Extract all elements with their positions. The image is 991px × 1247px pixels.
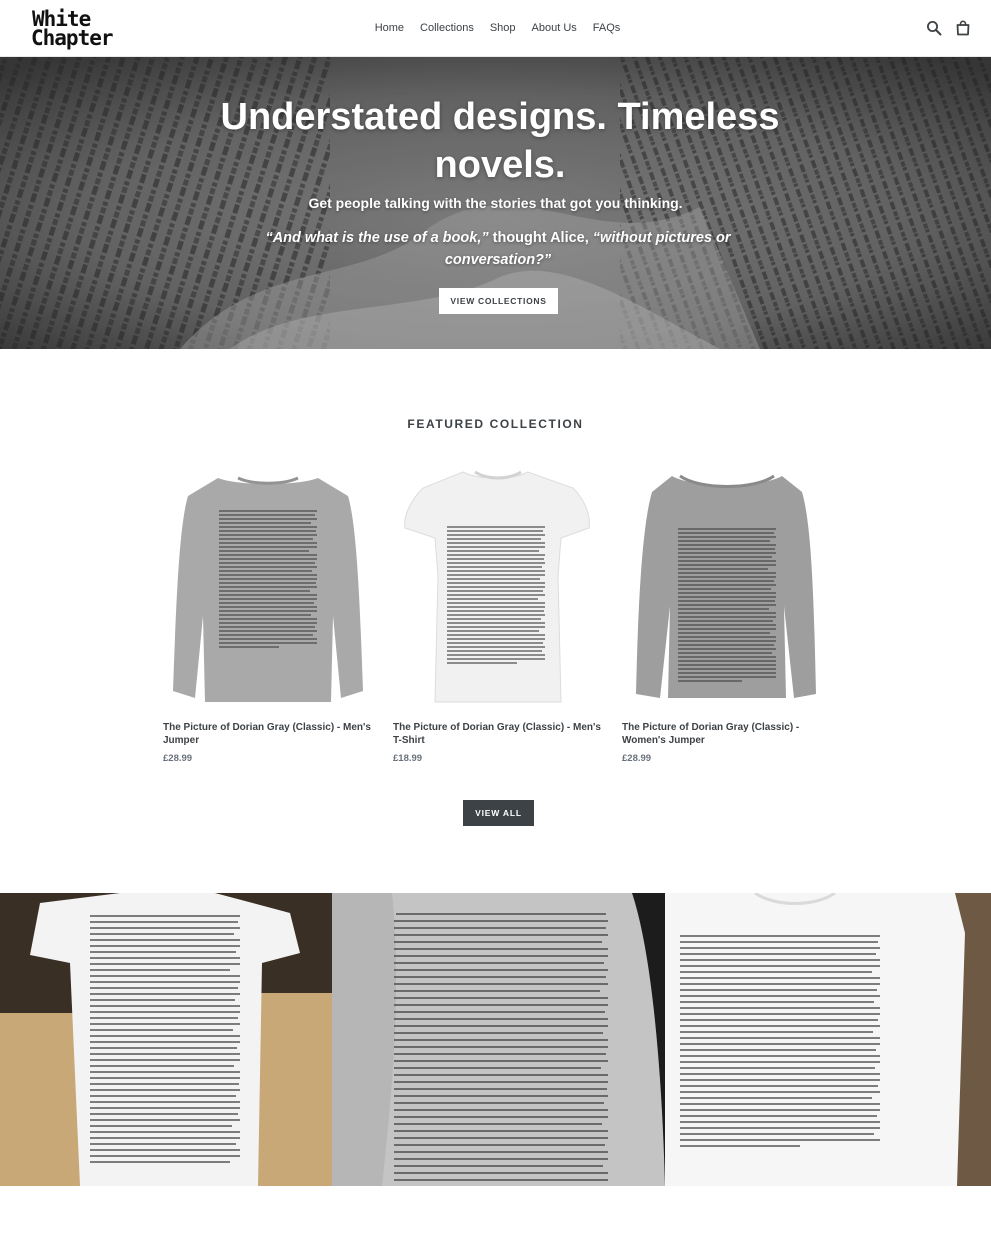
featured-collection-title: FEATURED COLLECTION [407, 417, 584, 431]
quote-part-1: “And what is the use of a book,” [265, 230, 489, 246]
hero-subtitle: Get people talking with the stories that… [308, 195, 683, 211]
hero-content: Understated designs. Timeless novels. Ge… [0, 57, 991, 349]
product-card[interactable]: The Picture of Dorian Gray (Classic) - M… [393, 466, 603, 764]
hero-title: Understated designs. Timeless novels. [220, 96, 780, 186]
gallery-image-tshirt-mannequin [0, 893, 332, 1186]
site-header: White Chapter Home Collections Shop Abou… [0, 0, 991, 57]
gallery-image-grey-jumper [332, 893, 665, 1186]
nav-about-us[interactable]: About Us [524, 0, 585, 57]
product-name[interactable]: The Picture of Dorian Gray (Classic) - M… [163, 722, 373, 747]
nav-shop[interactable]: Shop [482, 0, 524, 57]
view-all-button[interactable]: VIEW ALL [463, 800, 534, 826]
image-gallery [0, 893, 991, 1186]
product-image-mens-tshirt[interactable] [393, 466, 603, 711]
product-price: £28.99 [163, 753, 193, 764]
main-nav: Home Collections Shop About Us FAQs [0, 0, 991, 57]
product-name[interactable]: The Picture of Dorian Gray (Classic) - M… [393, 722, 603, 747]
gallery-image-white-tshirt [665, 893, 991, 1186]
nav-home[interactable]: Home [367, 0, 412, 57]
product-price: £28.99 [622, 753, 652, 764]
product-price: £18.99 [393, 753, 423, 764]
nav-collections[interactable]: Collections [412, 0, 482, 57]
product-image-womens-jumper[interactable] [622, 466, 832, 711]
quote-part-2: thought Alice, [488, 230, 593, 246]
product-card[interactable]: The Picture of Dorian Gray (Classic) - M… [163, 466, 373, 764]
product-name[interactable]: The Picture of Dorian Gray (Classic) - W… [622, 722, 832, 747]
hero-banner: Understated designs. Timeless novels. Ge… [0, 57, 991, 349]
nav-faqs[interactable]: FAQs [585, 0, 629, 57]
hero-quote: “And what is the use of a book,” thought… [240, 227, 756, 271]
view-collections-button[interactable]: VIEW COLLECTIONS [439, 288, 558, 314]
cart-icon[interactable] [953, 18, 973, 38]
product-card[interactable]: The Picture of Dorian Gray (Classic) - W… [622, 466, 832, 764]
product-image-mens-jumper[interactable] [163, 466, 373, 711]
search-icon[interactable] [924, 18, 944, 38]
